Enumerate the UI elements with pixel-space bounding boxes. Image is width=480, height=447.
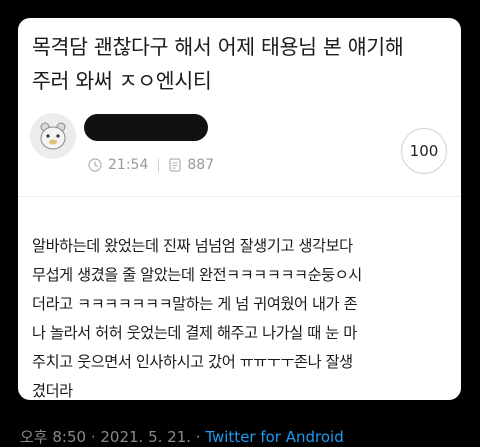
post-title: 목격담 괜찮다구 해서 어제 태용님 본 얘기해 주러 와써 ㅈㅇ엔시티 — [32, 35, 404, 93]
redacted-username — [84, 114, 208, 141]
bear-avatar-icon — [40, 122, 66, 150]
tweet-timestamp: 오후 8:50 · 2021. 5. 21. · — [20, 428, 206, 446]
header-divider — [18, 196, 461, 197]
tweet-footer: 오후 8:50 · 2021. 5. 21. · Twitter for And… — [20, 426, 344, 447]
post-body: 알바하는데 왔었는데 진짜 넘넘엄 잘생기고 생각보다 무섭게 생겼을 줄 알았… — [32, 237, 362, 400]
post-time: 21:54 — [108, 157, 149, 173]
meta-divider — [158, 158, 160, 172]
document-icon — [169, 158, 181, 172]
view-count: 887 — [187, 157, 215, 173]
clock-icon — [88, 158, 102, 172]
post-card[interactable]: 목격담 괜찮다구 해서 어제 태용님 본 얘기해 주러 와써 ㅈㅇ엔시티 21:… — [18, 18, 461, 400]
comment-count-badge[interactable]: 100 — [401, 128, 447, 174]
post-meta: 21:54 887 — [88, 154, 214, 176]
avatar[interactable] — [30, 113, 76, 159]
tweet-app-link[interactable]: Twitter for Android — [205, 428, 343, 446]
